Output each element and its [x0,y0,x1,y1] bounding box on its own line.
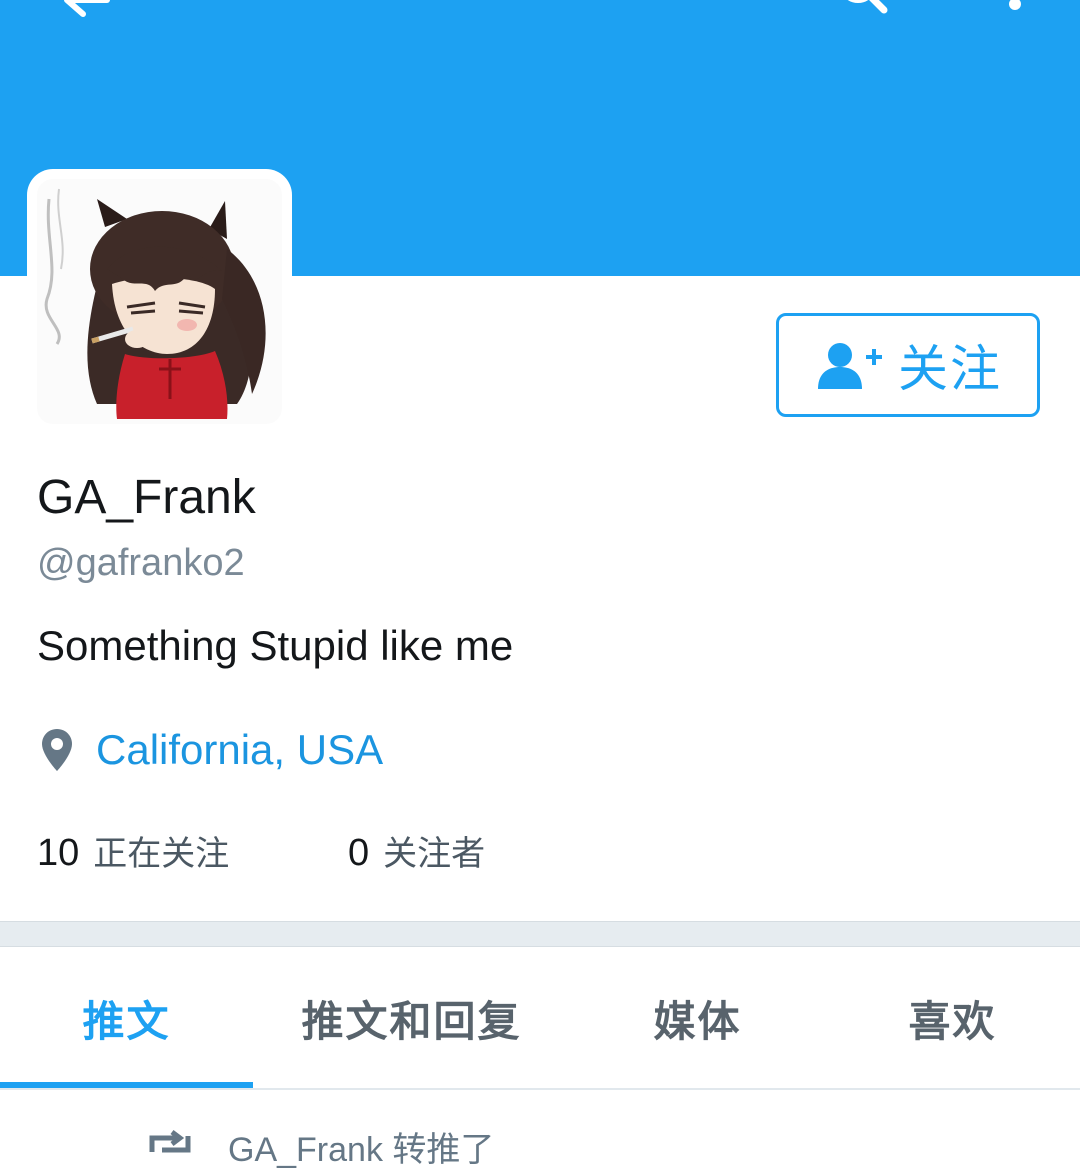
user-handle: @gafranko2 [37,542,245,584]
followers-stat[interactable]: 0 关注者 [348,826,485,875]
tab-media[interactable]: 媒体 [570,947,825,1089]
following-label: 正在关注 [93,835,230,873]
location-link[interactable]: California, USA [96,726,383,774]
tab-tweets-replies[interactable]: 推文和回复 [253,947,570,1089]
following-stat[interactable]: 10 正在关注 [37,826,229,875]
following-count: 10 [37,832,80,874]
avatar[interactable] [37,179,282,424]
tab-media-label: 媒体 [653,997,742,1045]
avatar-frame [27,169,292,434]
retweet-text: GA_Frank 转推了 [228,1131,495,1169]
section-divider [0,921,1080,947]
tab-tweets-label: 推文 [82,997,171,1045]
retweet-icon [149,1130,191,1153]
display-name: GA_Frank [37,471,256,524]
follow-button-label: 关注 [898,341,1002,397]
followers-label: 关注者 [383,835,486,873]
retweet-context: GA_Frank 转推了 [0,1118,1080,1169]
follow-button[interactable]: 关注 [776,313,1040,417]
location-row: California, USA [40,726,383,774]
followers-count: 0 [348,832,370,874]
tabs-bottom-border [0,1088,1080,1090]
avatar-illustration [37,179,282,424]
location-pin-icon [42,729,72,771]
add-user-icon [818,343,882,389]
tab-tweets-replies-label: 推文和回复 [301,997,522,1045]
more-vertical-icon[interactable] [1000,0,1030,28]
profile-tabs: 推文 推文和回复 媒体 喜欢 [0,947,1080,1089]
back-arrow-icon[interactable] [55,0,115,32]
tab-tweets[interactable]: 推文 [0,947,253,1089]
tab-likes[interactable]: 喜欢 [825,947,1080,1089]
profile-bio: Something Stupid like me [37,622,514,669]
tab-likes-label: 喜欢 [908,997,997,1045]
search-icon[interactable] [832,0,896,28]
